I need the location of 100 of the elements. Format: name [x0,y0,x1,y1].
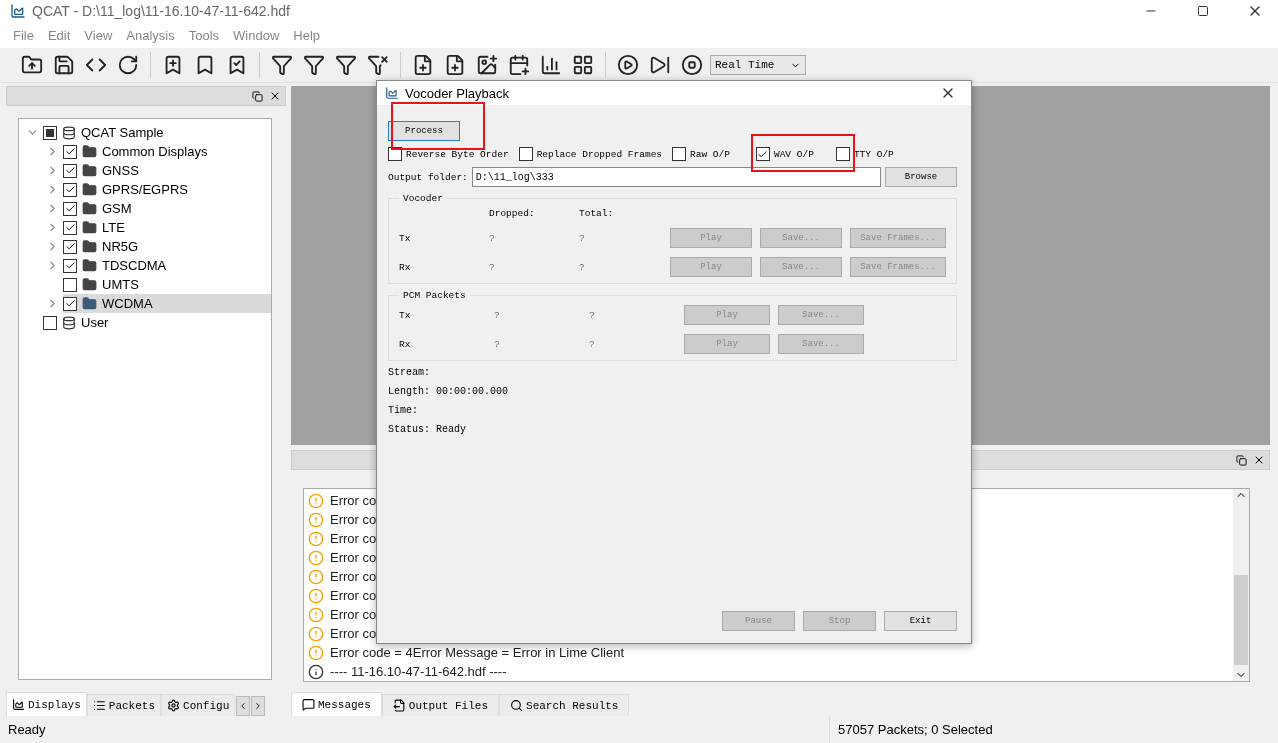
tree-item[interactable]: User [81,315,109,330]
tab[interactable]: Configu [161,694,236,716]
value-text: ? [494,309,501,321]
checkbox[interactable] [755,147,770,161]
warning-icon [308,625,324,642]
checkbox[interactable] [63,144,77,159]
menu-item[interactable]: Edit [40,27,78,43]
message-text: Error co [330,588,377,603]
checkbox[interactable] [63,296,77,311]
info-label: Length: [388,386,430,397]
value-text: ? [589,338,596,350]
message-text: Error code = 4Error Message = Error in Lime Client [330,645,625,660]
database-icon [62,125,76,140]
checkbox[interactable] [672,147,687,161]
tree-item[interactable]: QCAT Sample [81,125,164,140]
tab[interactable]: Displays [6,692,87,716]
float-icon[interactable] [252,90,263,102]
warning-icon [308,530,324,547]
warning-icon [308,511,324,528]
displays-icon [12,698,25,711]
value-text: ? [589,309,596,321]
scrollbar[interactable] [1233,489,1249,681]
tree-item[interactable]: TDSCDMA [102,258,167,273]
group-title: Vocoder [402,193,444,204]
menu-item[interactable]: Tools [181,27,227,43]
tree-item[interactable]: UMTS [102,277,139,292]
folder-icon [82,296,97,311]
scroll-right-button[interactable] [251,696,266,716]
tab[interactable]: Messages [291,692,382,716]
menu-item[interactable]: View [77,27,120,43]
value-text: ? [494,338,501,350]
tree-item[interactable]: Common Displays [102,144,208,159]
checkbox[interactable] [63,258,77,273]
menu-item[interactable]: Analysis [119,27,182,43]
checkbox[interactable] [518,147,533,161]
folder-icon [82,163,97,178]
message-text: ---- 11-16.10-47-11-642.hdf ---- [330,664,507,679]
checkbox[interactable] [63,163,77,178]
info-value: Ready [436,424,467,435]
warning-icon [308,587,324,604]
browse-button[interactable]: Browse [885,167,957,187]
packets-icon [92,699,106,712]
option-label: TTY O/P [853,148,894,160]
maximize-icon [1197,5,1209,17]
info-label: Status: [388,424,430,435]
app-logo-icon [385,86,399,100]
folder-icon [82,220,97,235]
dialog-title: Vocoder Playback [405,85,511,101]
tree-item[interactable]: GPRS/EGPRS [102,182,188,197]
tree-item[interactable]: LTE [102,220,125,235]
tab[interactable]: Output Files [381,694,500,716]
option-label: Replace Dropped Frames [536,148,663,160]
tab[interactable]: Search Results [499,694,630,716]
folder-icon [82,144,97,159]
checkbox[interactable] [43,315,57,330]
close-icon[interactable] [1253,454,1265,466]
mode-dropdown[interactable]: Real Time [710,55,806,75]
tree-item[interactable]: NR5G [102,239,139,254]
checkbox[interactable] [63,182,77,197]
tree-item[interactable]: WCDMA [102,296,153,311]
folder-icon [82,239,97,254]
checkbox[interactable] [63,201,77,216]
warning-icon [308,644,324,661]
status-text: Ready [8,722,46,737]
checkbox[interactable] [43,125,57,140]
status-text: 57057 Packets; 0 Selected [829,716,1278,743]
float-icon[interactable] [1236,454,1247,466]
menu-item[interactable]: Window [226,27,287,43]
row-label: Rx [399,338,412,350]
dialog-button[interactable]: Exit [884,611,957,631]
row-label: Rx [399,261,412,273]
checkbox[interactable] [63,277,77,292]
checkbox[interactable] [835,147,850,161]
message-text: Error co [330,626,377,641]
option-label: Raw O/P [690,148,730,160]
search-icon [510,699,524,712]
messages-icon [302,698,315,711]
row-label: Tx [399,232,412,244]
message-text: Error co [330,607,377,622]
tree-item[interactable]: GSM [102,201,132,216]
option-label: Reverse Byte Order [406,148,509,160]
warning-icon [308,549,324,566]
menu-item[interactable]: File [6,27,41,43]
warning-icon [308,568,324,585]
folder-icon [82,258,97,273]
process-button[interactable]: Process [388,121,460,141]
app-logo-icon [10,3,26,19]
checkbox[interactable] [63,220,77,235]
info-label: Time: [388,405,418,416]
menu-item[interactable]: Help [286,27,328,43]
output-folder-field[interactable]: D:\11_log\333 [471,167,881,187]
column-header: Total: [579,208,615,219]
close-icon[interactable] [269,90,281,102]
tree-item[interactable]: GNSS [102,163,139,178]
checkbox[interactable] [63,239,77,254]
tab[interactable]: Packets [86,694,162,716]
warning-icon [308,492,324,509]
folder-icon [82,201,97,216]
message-text: Error co [330,493,377,508]
column-header: Dropped: [489,208,536,219]
